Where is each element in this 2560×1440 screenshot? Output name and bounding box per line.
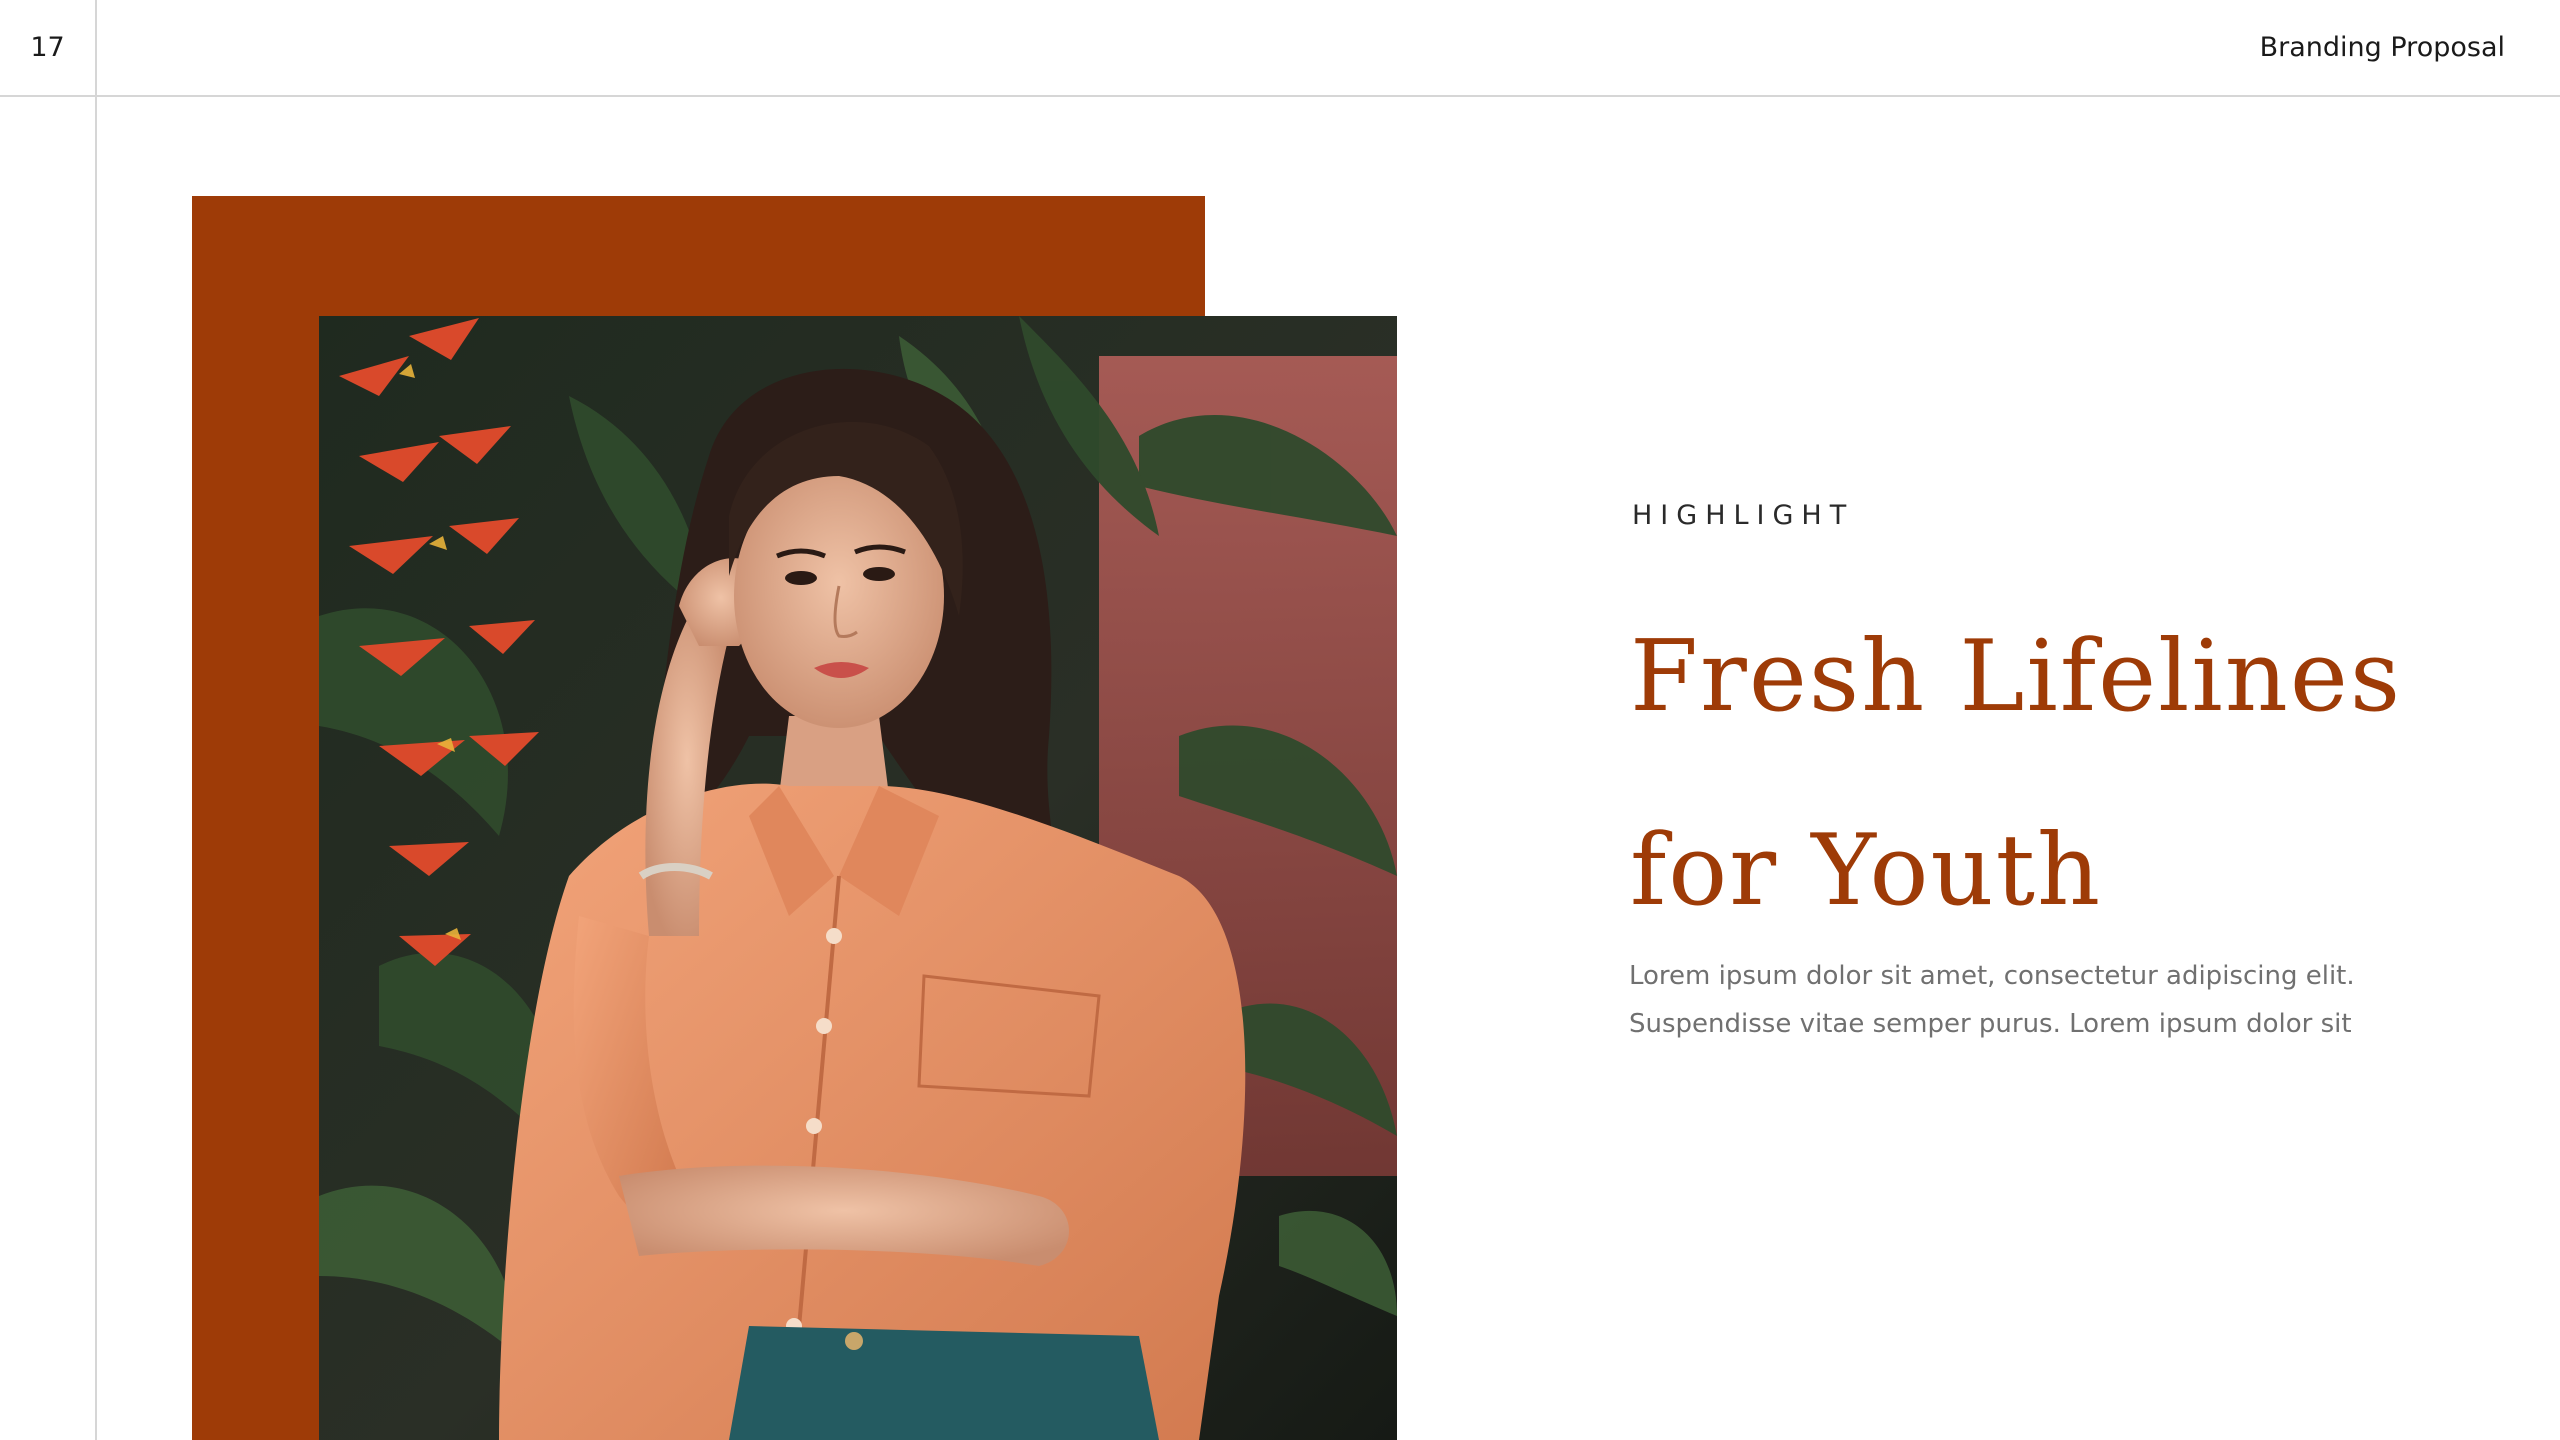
headline-line-1: Fresh Lifelines	[1630, 620, 2403, 734]
section-eyebrow: HIGHLIGHT	[1632, 500, 1855, 531]
body-line-2: Suspendisse vitae semper purus. Lorem ip…	[1629, 1009, 2352, 1039]
body-copy: Lorem ipsum dolor sit amet, consectetur …	[1629, 952, 2389, 1048]
page-number: 17	[30, 32, 65, 63]
body-line-1: Lorem ipsum dolor sit amet, consectetur …	[1629, 961, 2355, 991]
headline-line-2: for Youth	[1630, 814, 2103, 928]
side-divider	[95, 0, 97, 1440]
header-divider	[0, 95, 2560, 97]
deck-title: Branding Proposal	[2259, 32, 2505, 63]
hero-photo	[319, 316, 1397, 1440]
headline: Fresh Lifelines for Youth	[1630, 580, 2510, 968]
